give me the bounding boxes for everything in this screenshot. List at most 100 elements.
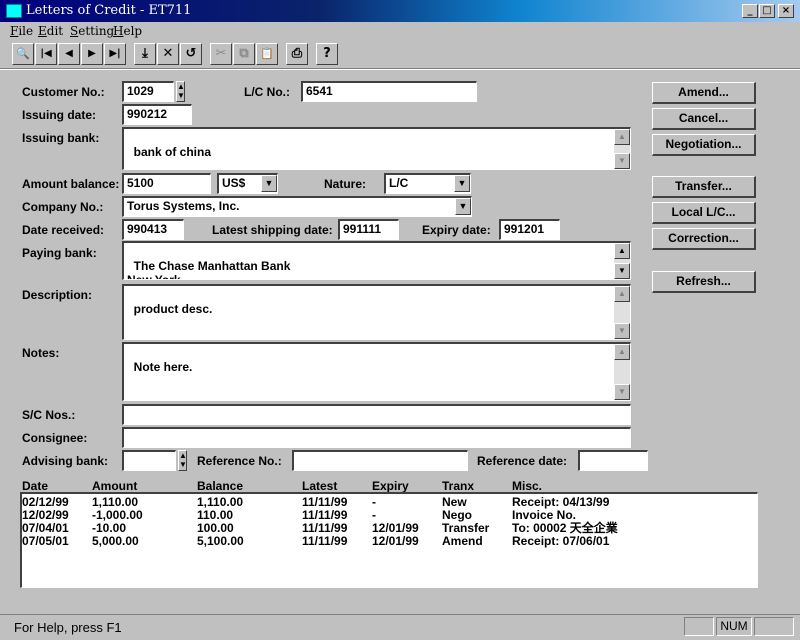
company-no-label: Company No.:: [22, 200, 104, 214]
description-scrollbar[interactable]: ▲ ▼: [614, 286, 630, 339]
history-row[interactable]: 07/05/01 5,000.00 5,100.00 11/11/99 12/0…: [22, 535, 752, 548]
correction-button[interactable]: Correction...: [652, 228, 756, 250]
status-panel-scrl: [754, 617, 794, 636]
col-header-tranx: Tranx: [442, 479, 475, 493]
company-select[interactable]: Torus Systems, Inc. ▼: [122, 196, 472, 217]
chevron-down-icon[interactable]: ▼: [455, 198, 471, 215]
company-value: Torus Systems, Inc.: [127, 199, 240, 213]
expiry-date-label: Expiry date:: [422, 223, 491, 237]
last-record-icon[interactable]: ▶|: [104, 43, 126, 65]
advising-bank-spinner[interactable]: ▲ ▼: [178, 450, 187, 471]
nature-select[interactable]: L/C ▼: [384, 173, 471, 194]
scroll-down-icon[interactable]: ▼: [614, 263, 630, 279]
issuing-bank-field[interactable]: bank of china ▲ ▼: [122, 127, 631, 170]
next-record-icon[interactable]: ▶: [81, 43, 103, 65]
issuing-date-field[interactable]: 990212: [122, 104, 192, 125]
col-header-expiry: Expiry: [372, 479, 409, 493]
advising-bank-field[interactable]: [122, 450, 176, 471]
paste-icon[interactable]: 📋: [256, 43, 278, 65]
scroll-down-icon[interactable]: ▼: [614, 153, 630, 169]
local-lc-button[interactable]: Local L/C...: [652, 202, 756, 224]
print-icon[interactable]: ⎙: [286, 43, 308, 65]
lc-no-field[interactable]: 6541: [301, 81, 477, 102]
help-icon[interactable]: ?: [316, 43, 338, 65]
menu-edit[interactable]: Edit: [38, 24, 63, 38]
currency-value: US$: [222, 176, 246, 190]
consignee-field[interactable]: [122, 427, 631, 448]
close-button[interactable]: ×: [778, 4, 794, 18]
status-num: NUM: [716, 617, 752, 636]
paying-bank-label: Paying bank:: [22, 246, 97, 260]
consignee-label: Consignee:: [22, 431, 88, 445]
col-header-balance: Balance: [197, 479, 244, 493]
minimize-button[interactable]: _: [742, 4, 758, 18]
cell-expiry: 12/01/99: [372, 534, 419, 548]
col-header-latest: Latest: [302, 479, 338, 493]
copy-icon[interactable]: ⧉: [233, 43, 255, 65]
col-header-misc: Misc.: [512, 479, 543, 493]
reference-no-field[interactable]: [292, 450, 468, 471]
scroll-up-icon[interactable]: ▲: [614, 129, 630, 145]
expiry-date-field[interactable]: 991201: [499, 219, 560, 240]
amend-button[interactable]: Amend...: [652, 82, 756, 104]
col-header-amount: Amount: [92, 479, 138, 493]
latest-shipping-field[interactable]: 991111: [338, 219, 399, 240]
prev-record-icon[interactable]: ◀: [58, 43, 80, 65]
nature-label: Nature:: [324, 177, 367, 191]
latest-shipping-label: Latest shipping date:: [212, 223, 333, 237]
refresh-button[interactable]: Refresh...: [652, 271, 756, 293]
nature-value: L/C: [389, 176, 409, 190]
cancel-button[interactable]: Cancel...: [652, 108, 756, 130]
notes-scrollbar[interactable]: ▲ ▼: [614, 344, 630, 400]
reference-date-field[interactable]: [578, 450, 648, 471]
description-field[interactable]: product desc. ▲ ▼: [122, 284, 631, 340]
issuing-date-label: Issuing date:: [22, 108, 97, 122]
customer-no-field[interactable]: 1029: [122, 81, 174, 102]
issuing-bank-scrollbar[interactable]: ▲ ▼: [614, 129, 630, 169]
status-panel-caps: [684, 617, 714, 636]
menu-help[interactable]: Help: [113, 24, 142, 38]
cut-icon[interactable]: ✂: [210, 43, 232, 65]
scroll-up-icon[interactable]: ▲: [614, 286, 630, 302]
reference-no-label: Reference No.:: [197, 454, 282, 468]
negotiation-button[interactable]: Negotiation...: [652, 134, 756, 156]
toolbar-divider: [0, 68, 800, 70]
scroll-up-icon[interactable]: ▲: [614, 243, 630, 259]
sc-nos-field[interactable]: [122, 404, 631, 425]
paying-bank-scrollbar[interactable]: ▲ ▼: [614, 243, 630, 279]
menu-setting[interactable]: Setting: [70, 24, 114, 38]
transfer-button[interactable]: Transfer...: [652, 176, 756, 198]
date-received-field[interactable]: 990413: [122, 219, 184, 240]
notes-label: Notes:: [22, 346, 60, 360]
col-header-date: Date: [22, 479, 49, 493]
menu-file[interactable]: File: [10, 24, 33, 38]
scroll-up-icon[interactable]: ▲: [614, 344, 630, 360]
first-record-icon[interactable]: |◀: [35, 43, 57, 65]
currency-select[interactable]: US$ ▼: [217, 173, 278, 194]
issuing-bank-label: Issuing bank:: [22, 131, 100, 145]
history-list[interactable]: 02/12/99 1,110.00 1,110.00 11/11/99 - Ne…: [20, 492, 758, 588]
status-text: For Help, press F1: [14, 620, 122, 635]
scroll-down-icon[interactable]: ▼: [614, 323, 630, 339]
paying-bank-text: The Chase Manhattan Bank New York: [127, 259, 291, 280]
advising-bank-label: Advising bank:: [22, 454, 109, 468]
customer-no-spinner[interactable]: ▲ ▼: [176, 81, 185, 102]
cell-date: 07/05/01: [22, 534, 69, 548]
scroll-down-icon[interactable]: ▼: [614, 384, 630, 400]
paying-bank-field[interactable]: The Chase Manhattan Bank New York ▲ ▼: [122, 241, 631, 280]
customer-no-label: Customer No.:: [22, 85, 105, 99]
cell-misc: Receipt: 07/06/01: [512, 534, 610, 548]
lc-no-label: L/C No.:: [244, 85, 290, 99]
delete-icon[interactable]: ✕: [157, 43, 179, 65]
notes-text: Note here.: [133, 360, 193, 374]
notes-field[interactable]: Note here. ▲ ▼: [122, 342, 631, 401]
find-icon[interactable]: 🔍: [12, 43, 34, 65]
cell-tranx: Amend: [442, 534, 483, 548]
maximize-button[interactable]: □: [759, 4, 775, 18]
undo-icon[interactable]: ↺: [180, 43, 202, 65]
save-icon[interactable]: ⤓: [134, 43, 156, 65]
description-text: product desc.: [133, 302, 213, 316]
chevron-down-icon[interactable]: ▼: [454, 175, 470, 192]
amount-balance-field[interactable]: 5100: [122, 173, 211, 194]
chevron-down-icon[interactable]: ▼: [261, 175, 277, 192]
